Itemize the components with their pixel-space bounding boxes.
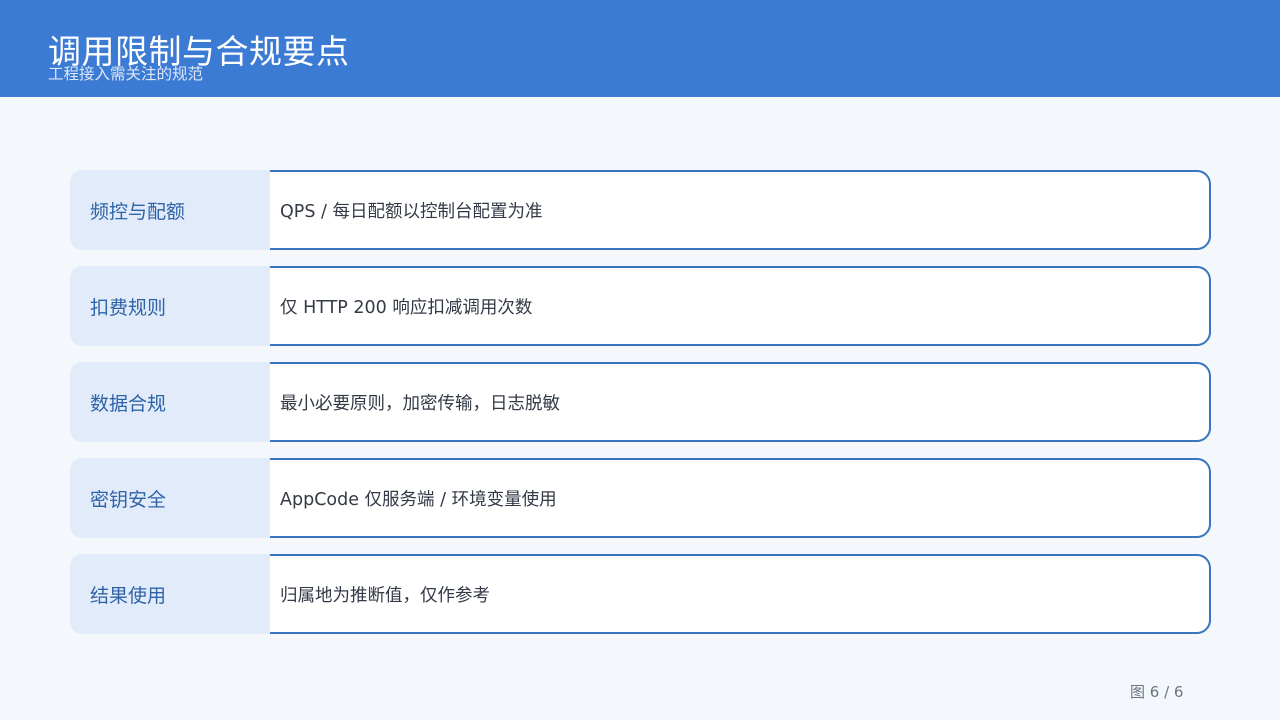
rule-value: AppCode 仅服务端 / 环境变量使用 (238, 458, 1211, 538)
rule-row-key-security: AppCode 仅服务端 / 环境变量使用 密钥安全 (70, 458, 1211, 538)
rule-row-result-usage: 归属地为推断值，仅作参考 结果使用 (70, 554, 1211, 634)
rule-label: 扣费规则 (70, 266, 270, 346)
rule-row-data-compliance: 最小必要原则，加密传输，日志脱敏 数据合规 (70, 362, 1211, 442)
rule-row-billing: 仅 HTTP 200 响应扣减调用次数 扣费规则 (70, 266, 1211, 346)
rule-label: 密钥安全 (70, 458, 270, 538)
rule-list: QPS / 每日配额以控制台配置为准 频控与配额 仅 HTTP 200 响应扣减… (70, 170, 1211, 650)
rule-label: 频控与配额 (70, 170, 270, 250)
header-bar: 调用限制与合规要点 工程接入需关注的规范 (0, 0, 1280, 97)
rule-value: 最小必要原则，加密传输，日志脱敏 (238, 362, 1211, 442)
page-subtitle: 工程接入需关注的规范 (48, 65, 204, 83)
rule-label: 数据合规 (70, 362, 270, 442)
rule-value: 归属地为推断值，仅作参考 (238, 554, 1211, 634)
rule-label: 结果使用 (70, 554, 270, 634)
rule-value: 仅 HTTP 200 响应扣减调用次数 (238, 266, 1211, 346)
rule-row-rate-limit: QPS / 每日配额以控制台配置为准 频控与配额 (70, 170, 1211, 250)
page-number: 图 6 / 6 (1130, 683, 1184, 701)
rule-value: QPS / 每日配额以控制台配置为准 (238, 170, 1211, 250)
